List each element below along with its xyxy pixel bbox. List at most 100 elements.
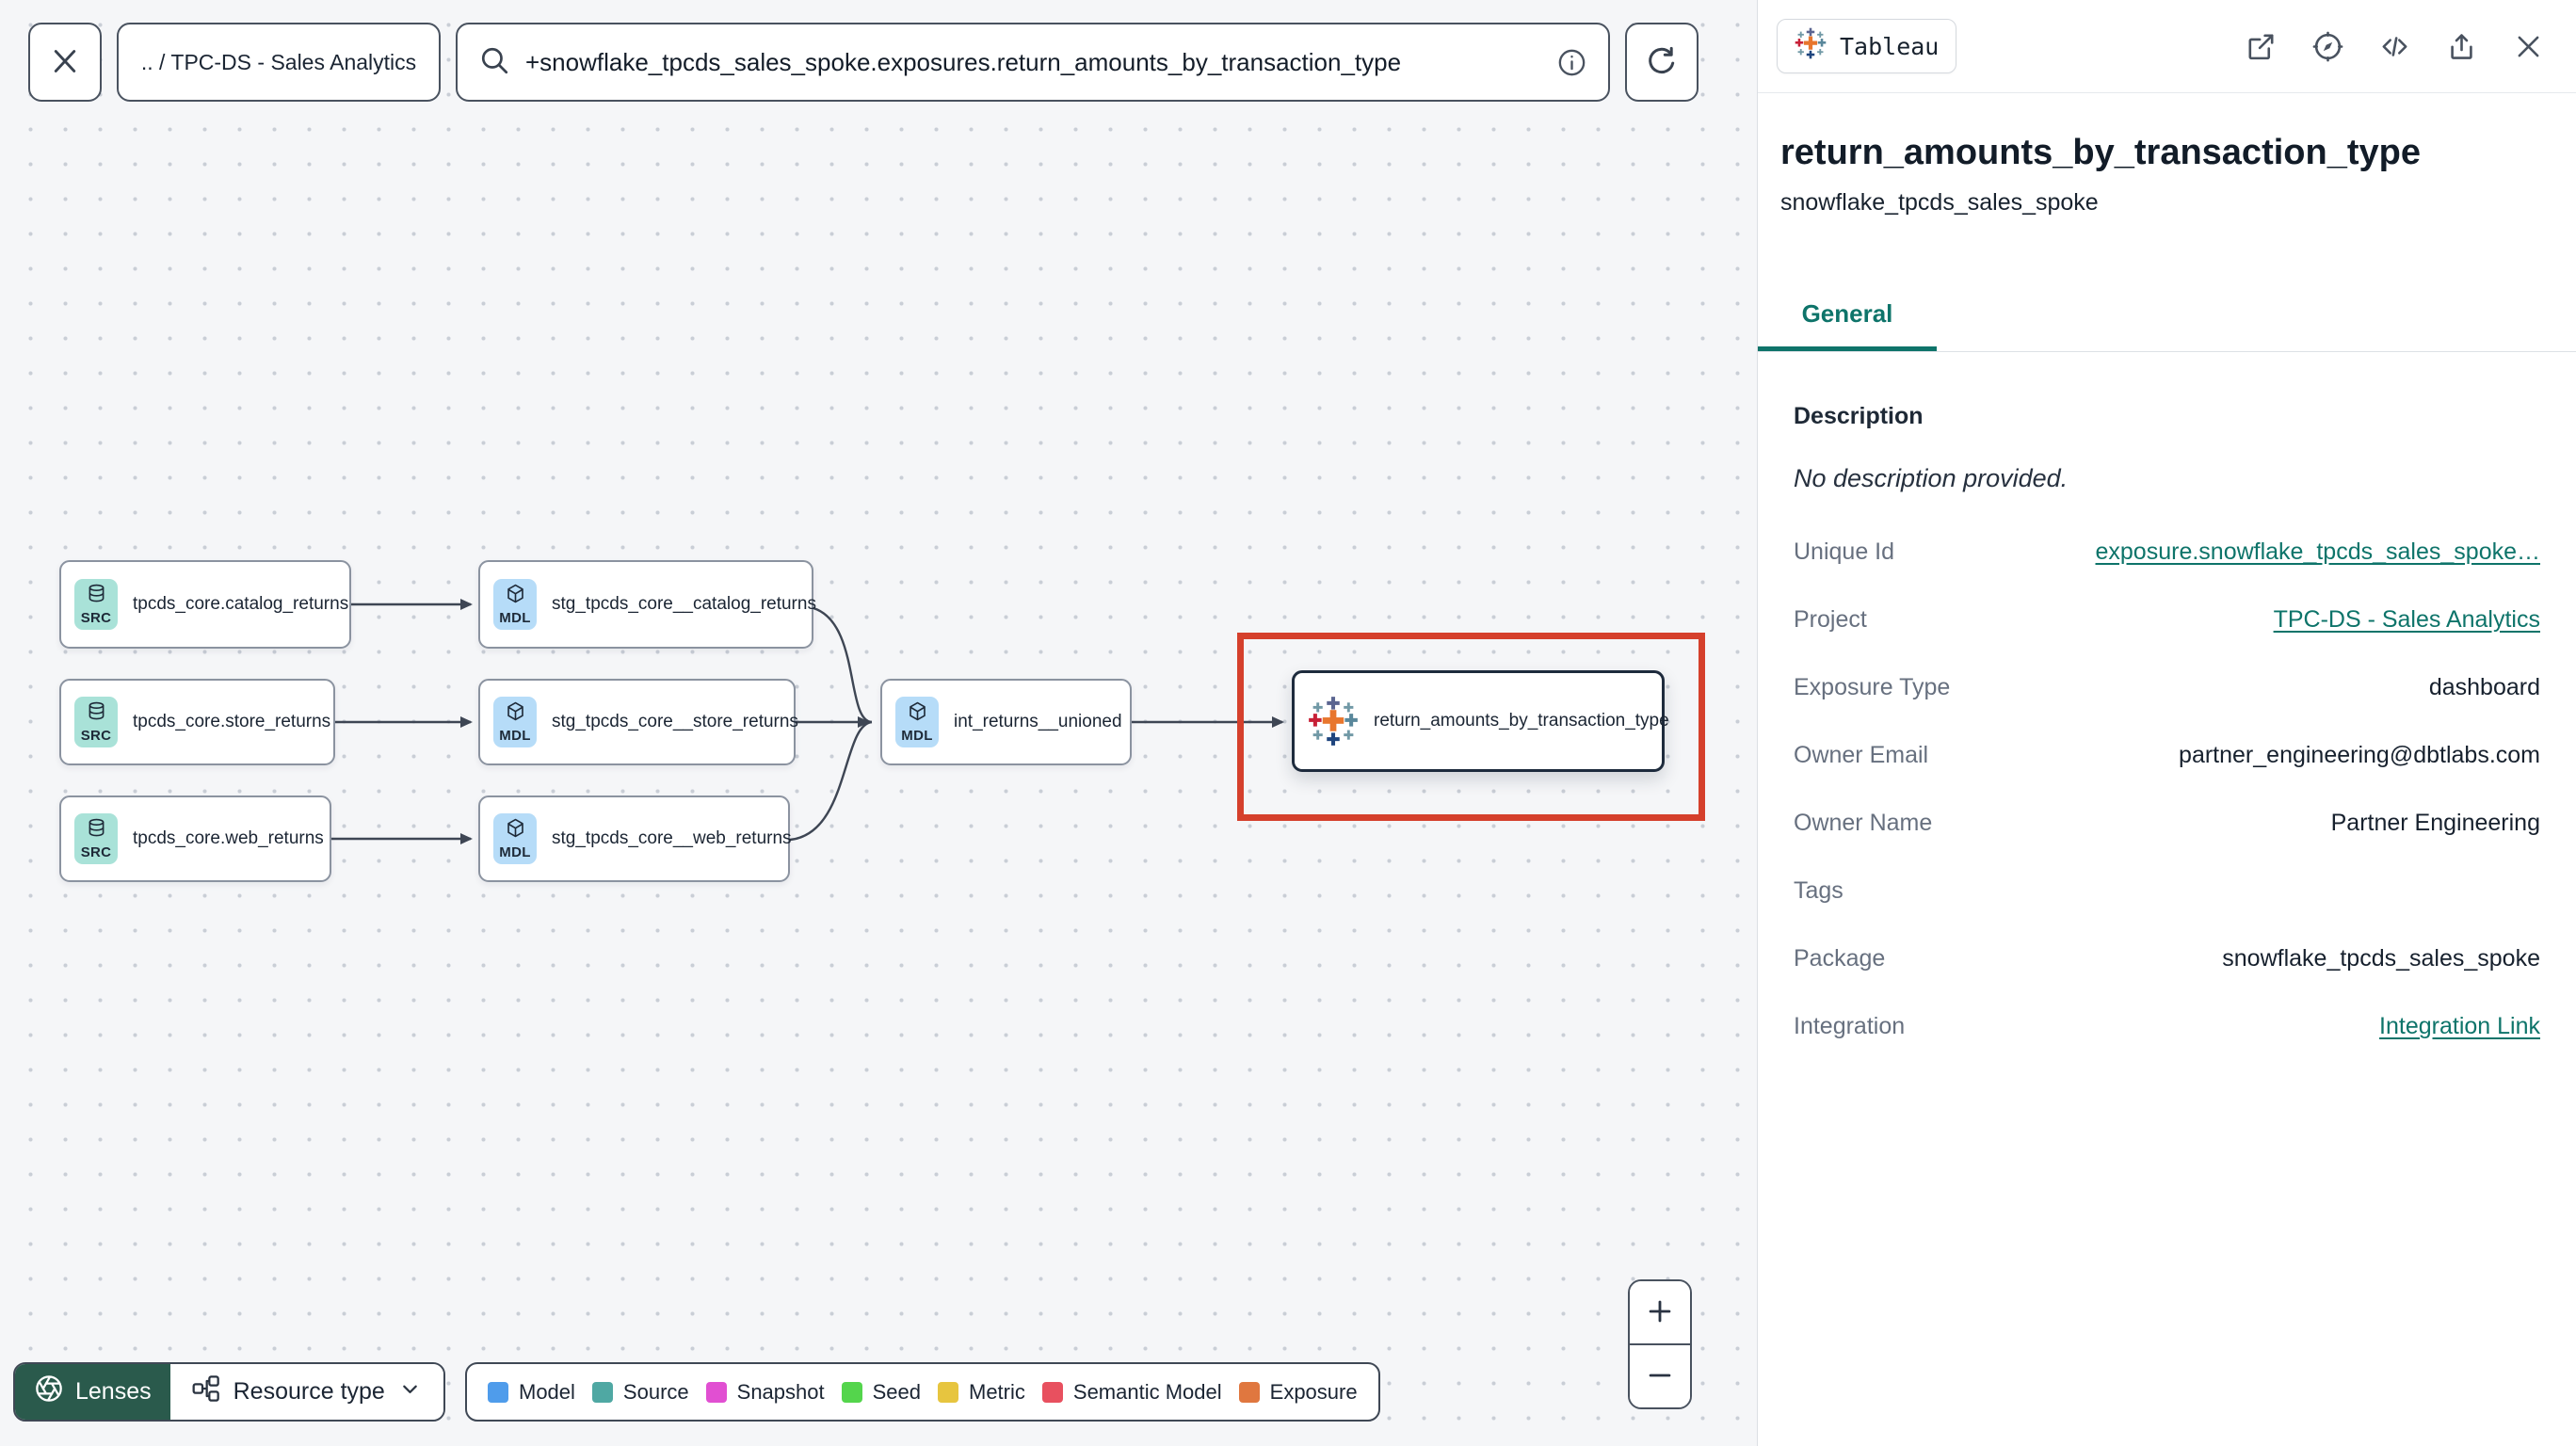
details-panel: Tableau return_amounts_by_transaction_ty… (1757, 0, 2576, 1446)
detail-label: Project (1794, 606, 1867, 633)
open-external-icon[interactable] (2246, 31, 2277, 62)
detail-row-tags: Tags (1794, 877, 2540, 905)
tableau-logo-icon (1308, 696, 1359, 747)
detail-row-exposure-type: Exposure Type dashboard (1794, 674, 2540, 701)
code-icon[interactable] (2379, 31, 2410, 62)
legend-label: Semantic Model (1072, 1379, 1222, 1404)
close-lineage-button[interactable] (28, 23, 102, 102)
panel-tabs: General (1758, 273, 2576, 352)
tableau-logo-icon (1795, 27, 1827, 65)
description-empty-text: No description provided. (1794, 464, 2069, 492)
zoom-in-button[interactable] (1630, 1281, 1690, 1343)
panel-header: Tableau (1758, 0, 2576, 93)
node-label: int_returns__unioned (954, 712, 1122, 731)
detail-value: dashboard (2428, 674, 2540, 700)
refresh-button[interactable] (1625, 23, 1699, 102)
graph-node-tpcds-core-web-returns[interactable]: SRC tpcds_core.web_returns (59, 795, 331, 882)
node-label: tpcds_core.catalog_returns (133, 594, 349, 614)
close-panel-icon[interactable] (2513, 31, 2544, 62)
graph-node-return-amounts-by-transaction-type[interactable]: return_amounts_by_transaction_type (1292, 670, 1669, 772)
lineage-canvas[interactable]: SRC tpcds_core.catalog_returns SRC tpcds_co… (0, 0, 1757, 1446)
graph-node-int-returns-unioned[interactable]: MDL int_returns__unioned (880, 679, 1132, 765)
page-title: return_amounts_by_transaction_type (1780, 133, 2421, 172)
share-icon[interactable] (2446, 31, 2477, 62)
detail-value: snowflake_tpcds_sales_spoke (2222, 945, 2540, 972)
close-icon (48, 44, 82, 81)
legend-label: Model (519, 1379, 575, 1404)
graph-node-tpcds-core-store-returns[interactable]: SRC tpcds_core.store_returns (59, 679, 335, 765)
explore-compass-icon[interactable] (2312, 31, 2343, 62)
detail-label: Exposure Type (1794, 674, 1951, 700)
source-type-badge: SRC (74, 697, 118, 747)
database-icon (86, 700, 107, 727)
detail-label: Unique Id (1794, 538, 1895, 565)
node-label: stg_tpcds_core__catalog_returns (552, 594, 816, 614)
legend-label: Source (622, 1379, 689, 1404)
cube-icon (505, 817, 526, 844)
cube-icon (505, 583, 526, 609)
model-type-badge: MDL (895, 697, 939, 747)
search-input[interactable] (525, 47, 1541, 77)
model-type-badge: MDL (493, 697, 537, 747)
minus-icon (1644, 1359, 1676, 1394)
lenses-control: Lenses Resource type (13, 1362, 445, 1422)
lenses-label: Lenses (75, 1378, 152, 1405)
database-icon (86, 817, 107, 844)
resource-type-dropdown[interactable]: Resource type (169, 1364, 443, 1420)
legend-swatch (938, 1381, 958, 1403)
package-subtitle: snowflake_tpcds_sales_spoke (1780, 189, 2099, 216)
legend-swatch (1238, 1381, 1260, 1403)
badge-label: MDL (901, 728, 933, 744)
detail-link-project[interactable]: TPC-DS - Sales Analytics (2274, 606, 2540, 633)
database-icon (86, 583, 107, 609)
badge-label: SRC (80, 728, 112, 744)
graph-node-tpcds-core-catalog-returns[interactable]: SRC tpcds_core.catalog_returns (59, 560, 351, 649)
resource-type-icon (191, 1374, 221, 1410)
legend-item-source: Source (591, 1379, 689, 1405)
dbt-explorer-lineage-app: SRC tpcds_core.catalog_returns SRC tpcds_co… (0, 0, 2576, 1446)
model-type-badge: MDL (493, 579, 537, 630)
lenses-button[interactable]: Lenses (15, 1364, 170, 1420)
detail-row-integration: Integration Integration Link (1794, 1013, 2540, 1040)
graph-node-stg-tpcds-core-store-returns[interactable]: MDL stg_tpcds_core__store_returns (478, 679, 798, 765)
source-type-badge: SRC (74, 813, 118, 864)
badge-label: MDL (499, 728, 531, 744)
graph-node-stg-tpcds-core-catalog-returns[interactable]: MDL stg_tpcds_core__catalog_returns (478, 560, 816, 649)
zoom-control (1628, 1279, 1692, 1409)
detail-rows: Unique Id exposure.snowflake_tpcds_sales_… (1794, 538, 2540, 1040)
detail-link-integration[interactable]: Integration Link (2379, 1013, 2540, 1039)
resource-type-label: Resource type (233, 1378, 385, 1405)
breadcrumb[interactable]: .. / TPC-DS - Sales Analytics (117, 23, 441, 102)
detail-label: Package (1794, 945, 1886, 972)
refresh-icon (1645, 44, 1679, 81)
legend-swatch (591, 1381, 613, 1403)
integration-badge[interactable]: Tableau (1777, 19, 1957, 73)
detail-value: partner_engineering@dbtlabs.com (2179, 742, 2540, 768)
legend-item-metric: Metric (938, 1380, 1025, 1405)
cube-icon (505, 700, 526, 727)
node-label: stg_tpcds_core__store_returns (552, 712, 798, 731)
badge-label: SRC (80, 610, 112, 626)
legend-label: Snapshot (736, 1379, 825, 1404)
legend-item-semantic-model: Semantic Model (1041, 1379, 1222, 1405)
legend-swatch (1041, 1381, 1063, 1403)
legend-label: Metric (969, 1379, 1025, 1404)
lineage-edge (813, 606, 873, 724)
legend-label: Exposure (1269, 1379, 1358, 1404)
detail-link-unique-id[interactable]: exposure.snowflake_tpcds_sales_spoke… (2096, 538, 2541, 565)
description-heading: Description (1794, 403, 1924, 429)
aperture-icon (34, 1374, 64, 1410)
search-box[interactable] (456, 23, 1610, 102)
detail-value: Partner Engineering (2330, 810, 2540, 836)
detail-row-package: Package snowflake_tpcds_sales_spoke (1794, 945, 2540, 972)
detail-label: Integration (1794, 1013, 1906, 1039)
legend-label: Seed (872, 1379, 921, 1404)
badge-label: SRC (80, 844, 112, 860)
tab-general[interactable]: General (1758, 273, 1937, 351)
zoom-out-button[interactable] (1630, 1343, 1690, 1407)
node-label: stg_tpcds_core__web_returns (552, 828, 792, 848)
breadcrumb-label: .. / TPC-DS - Sales Analytics (140, 49, 417, 74)
legend-item-seed: Seed (841, 1379, 921, 1405)
info-icon[interactable] (1556, 47, 1587, 78)
graph-node-stg-tpcds-core-web-returns[interactable]: MDL stg_tpcds_core__web_returns (478, 795, 792, 882)
